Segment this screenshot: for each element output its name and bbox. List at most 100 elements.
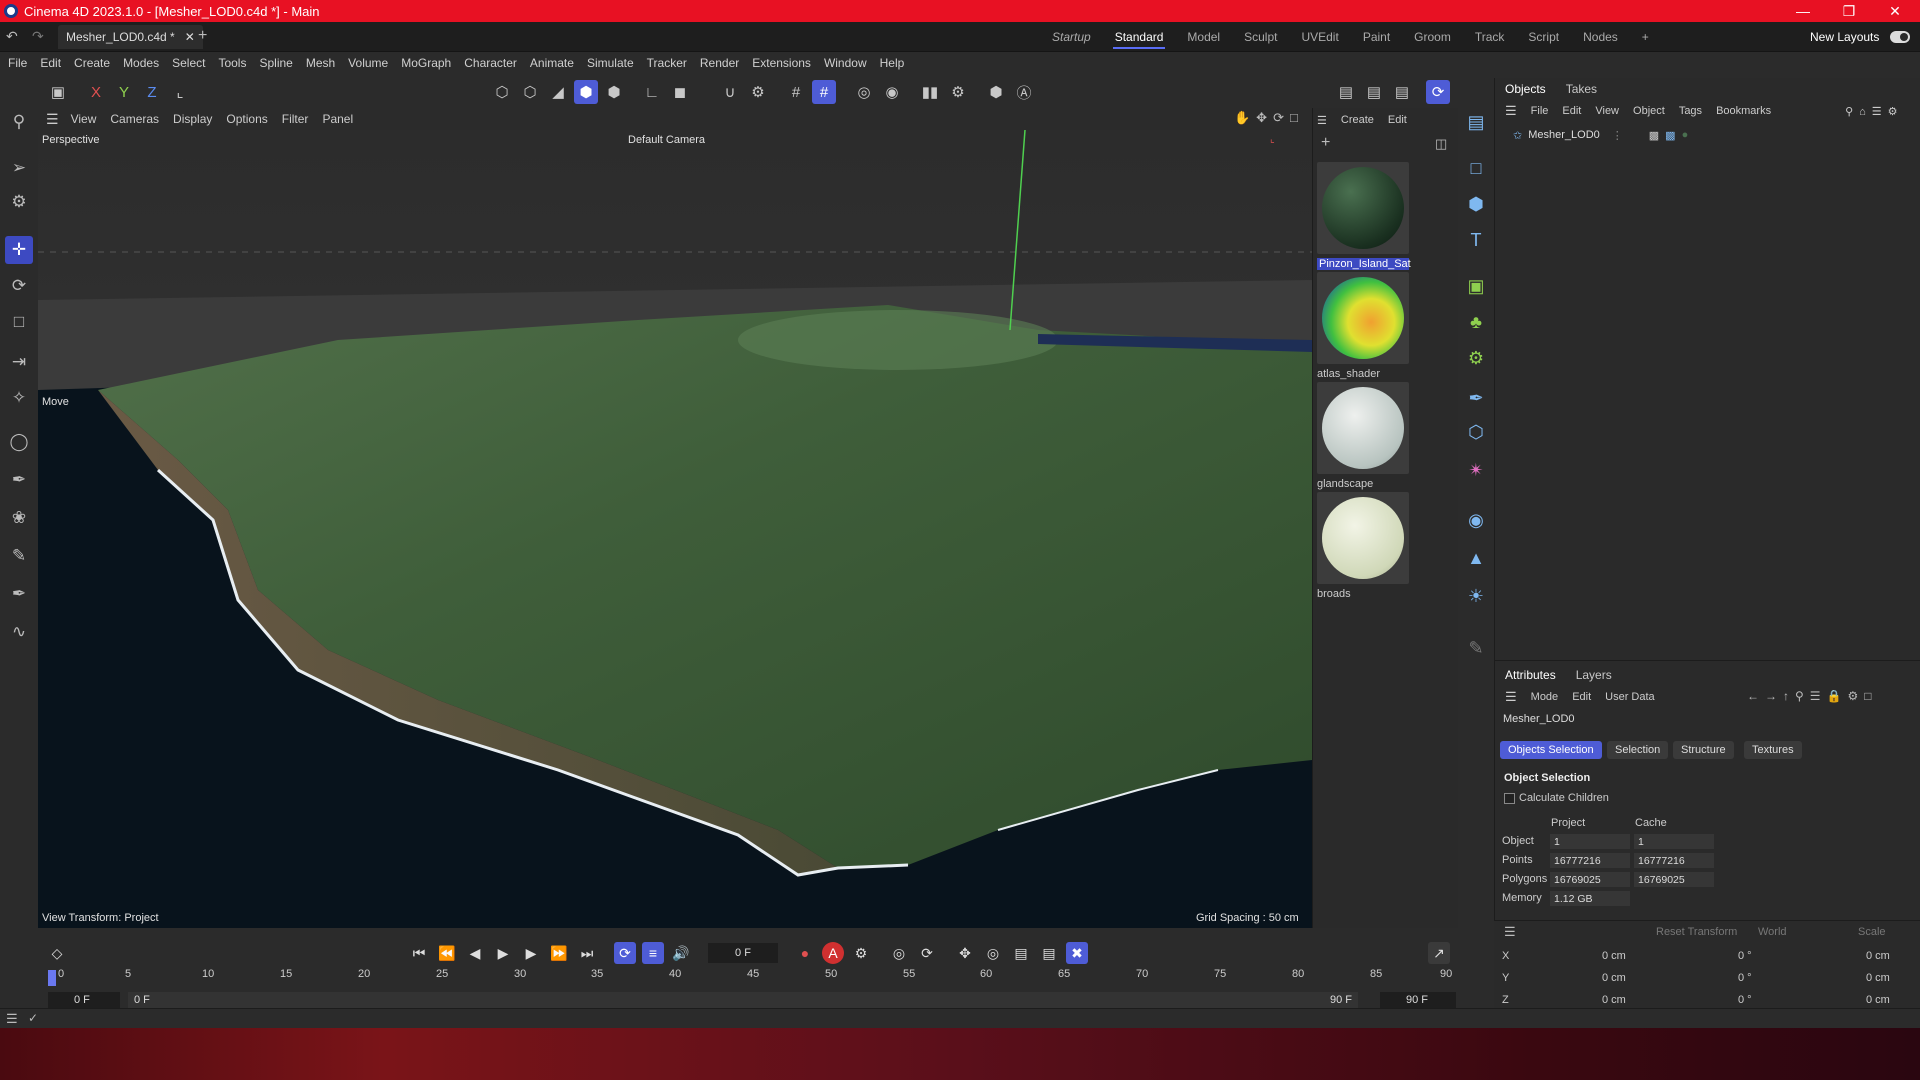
- light-icon[interactable]: ☀: [1462, 582, 1490, 610]
- attribute-menu-edit[interactable]: Edit: [1572, 691, 1591, 703]
- rotate-tool-icon[interactable]: ⟳: [5, 272, 33, 300]
- close-tab-icon[interactable]: ✕: [185, 30, 195, 44]
- transfer-tool-icon[interactable]: ⇥: [5, 348, 33, 376]
- attribute-hamburger-icon[interactable]: ☰: [1505, 689, 1517, 705]
- object-search-icon[interactable]: ⚲⌂☰⚙: [1845, 105, 1903, 118]
- coordinate-space-select[interactable]: World: [1758, 926, 1787, 938]
- subtab-objects-selection[interactable]: Objects Selection: [1500, 741, 1602, 759]
- material-tag-icon[interactable]: ●: [1682, 129, 1689, 141]
- start-frame-field[interactable]: 0 F: [48, 992, 120, 1008]
- viewport-menu-options[interactable]: Options: [226, 112, 267, 126]
- reset-transform-button[interactable]: Reset Transform: [1656, 926, 1737, 938]
- material-menu-edit[interactable]: Edit: [1388, 114, 1407, 126]
- subtab-textures[interactable]: Textures: [1744, 741, 1802, 759]
- axis-y-lock[interactable]: Y: [112, 80, 136, 104]
- rotation-value[interactable]: 0 °: [1738, 950, 1752, 962]
- subtab-structure[interactable]: Structure: [1673, 741, 1734, 759]
- attribute-nav-icons[interactable]: ←→↑⚲☰🔒⚙□: [1747, 689, 1878, 703]
- active-camera-label[interactable]: Default Camera: [628, 134, 705, 146]
- position-value[interactable]: 0 cm: [1602, 950, 1626, 962]
- spline-tool-icon[interactable]: ∿: [5, 618, 33, 646]
- loop-button[interactable]: ⟳: [614, 942, 636, 964]
- object-menu-view[interactable]: View: [1595, 105, 1619, 117]
- material-menu-create[interactable]: Create: [1341, 114, 1374, 126]
- previous-key-button[interactable]: ⏪: [436, 942, 458, 964]
- scale-tool-icon[interactable]: □: [5, 308, 33, 336]
- key-position-icon[interactable]: ◎: [888, 942, 910, 964]
- menu-mograph[interactable]: MoGraph: [401, 56, 451, 70]
- undo-icon[interactable]: ↶: [6, 28, 18, 45]
- current-frame-field[interactable]: 0 F: [708, 943, 778, 963]
- viewport-menu-cameras[interactable]: Cameras: [110, 112, 159, 126]
- object-manager-icon[interactable]: ▤: [1462, 108, 1490, 136]
- menu-simulate[interactable]: Simulate: [587, 56, 634, 70]
- move-tool-icon[interactable]: ✛: [5, 236, 33, 264]
- motion-clip-icon[interactable]: ▤: [1038, 942, 1060, 964]
- object-hamburger-icon[interactable]: ☰: [1505, 103, 1517, 119]
- material-name[interactable]: glandscape: [1317, 478, 1417, 490]
- material-name[interactable]: Pinzon_Island_Sat: [1317, 258, 1411, 270]
- document-tab[interactable]: Mesher_LOD0.c4d * ✕: [58, 25, 203, 49]
- menu-select[interactable]: Select: [172, 56, 205, 70]
- autokey-button[interactable]: A: [822, 942, 844, 964]
- field-icon[interactable]: ⬡: [1462, 418, 1490, 446]
- brush-tool-icon[interactable]: ✎: [5, 542, 33, 570]
- polygons-mode-icon[interactable]: ◢: [546, 80, 570, 104]
- render-view-icon[interactable]: ◉: [880, 80, 904, 104]
- keyframe-icon[interactable]: ◇: [46, 942, 68, 964]
- material-name[interactable]: atlas_shader: [1317, 368, 1417, 380]
- layout-uvedit[interactable]: UVEdit: [1289, 22, 1350, 52]
- object-row[interactable]: ✩ Mesher_LOD0 ⋮ ▩ ▩ ●: [1513, 126, 1688, 144]
- end-frame-field[interactable]: 90 F: [1380, 992, 1456, 1008]
- material-hamburger-icon[interactable]: ☰: [1317, 114, 1327, 127]
- object-menu-object[interactable]: Object: [1633, 105, 1665, 117]
- key-settings-icon[interactable]: ⚙: [850, 942, 872, 964]
- menu-spline[interactable]: Spline: [259, 56, 292, 70]
- solo-mode-icon[interactable]: ◼: [668, 80, 692, 104]
- lasso-tool-icon[interactable]: ◯: [5, 428, 33, 456]
- status-hamburger-icon[interactable]: ☰: [6, 1011, 18, 1027]
- menu-edit[interactable]: Edit: [40, 56, 61, 70]
- menu-render[interactable]: Render: [700, 56, 739, 70]
- environment-icon[interactable]: ◉: [1462, 506, 1490, 534]
- position-value[interactable]: 0 cm: [1602, 994, 1626, 1006]
- render-settings-button[interactable]: ▤: [1390, 80, 1414, 104]
- attribute-icon[interactable]: Ⓐ: [1012, 80, 1036, 104]
- add-layout-icon[interactable]: +: [1630, 22, 1661, 52]
- material-swatch[interactable]: [1317, 382, 1409, 474]
- viewport-menu-display[interactable]: Display: [173, 112, 212, 126]
- menu-character[interactable]: Character: [464, 56, 517, 70]
- render-view-button[interactable]: ▤: [1334, 80, 1358, 104]
- render-region-icon[interactable]: ◎: [852, 80, 876, 104]
- close-button[interactable]: ✕: [1872, 0, 1918, 22]
- scale-value[interactable]: 0 cm: [1866, 972, 1890, 984]
- generator-icon[interactable]: ▣: [1462, 272, 1490, 300]
- cube-primitive-icon[interactable]: □: [1462, 154, 1490, 182]
- key-scale-icon[interactable]: ✥: [954, 942, 976, 964]
- key-rotation-icon[interactable]: ⟳: [916, 942, 938, 964]
- symmetry-settings-icon[interactable]: ⚙: [946, 80, 970, 104]
- key-pla-icon[interactable]: ▤: [1010, 942, 1032, 964]
- minimize-button[interactable]: —: [1780, 0, 1826, 22]
- attribute-menu-user-data[interactable]: User Data: [1605, 691, 1655, 703]
- effector-icon[interactable]: ⚙: [1462, 344, 1490, 372]
- menu-volume[interactable]: Volume: [348, 56, 388, 70]
- object-menu-edit[interactable]: Edit: [1562, 105, 1581, 117]
- object-row-name[interactable]: Mesher_LOD0: [1528, 129, 1600, 141]
- workplane-snap-icon[interactable]: #: [812, 80, 836, 104]
- edges-mode-icon[interactable]: ⬡: [518, 80, 542, 104]
- symmetry-icon[interactable]: ▮▮: [918, 80, 942, 104]
- delete-material-icon[interactable]: ◫: [1435, 136, 1447, 152]
- camera-icon[interactable]: ▲: [1462, 544, 1490, 572]
- layout-standard[interactable]: Standard: [1103, 22, 1176, 52]
- menu-modes[interactable]: Modes: [123, 56, 159, 70]
- material-swatch[interactable]: [1317, 162, 1409, 254]
- axis-z-lock[interactable]: Z: [140, 80, 164, 104]
- layout-track[interactable]: Track: [1463, 22, 1517, 52]
- mograph-icon[interactable]: ✴: [1462, 456, 1490, 484]
- playback-rate-button[interactable]: ≡: [642, 942, 664, 964]
- axis-mode-icon[interactable]: ∟: [640, 80, 664, 104]
- render-icon[interactable]: ⬢: [984, 80, 1008, 104]
- layout-sculpt[interactable]: Sculpt: [1232, 22, 1289, 52]
- new-layouts-toggle[interactable]: [1890, 31, 1910, 43]
